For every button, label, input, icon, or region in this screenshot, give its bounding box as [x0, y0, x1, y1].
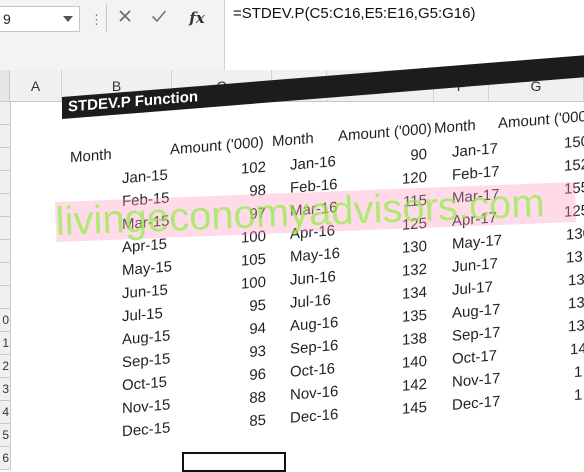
cell-amount[interactable]: 90 — [387, 146, 427, 166]
header-amount-g: Amount ('000 — [498, 108, 584, 133]
cell-amount[interactable]: 132 — [387, 261, 427, 281]
cell-month[interactable]: Aug-15 — [122, 327, 170, 348]
cell-month[interactable]: Nov-15 — [122, 396, 170, 417]
cell-amount[interactable]: 138 — [387, 330, 427, 350]
cell-month[interactable]: Sep-17 — [452, 324, 500, 345]
cell-month[interactable]: Jul-15 — [122, 305, 163, 325]
cell-amount[interactable]: 105 — [226, 251, 266, 271]
cell-amount[interactable]: 152 — [564, 156, 584, 175]
cell-month[interactable]: Jan-17 — [452, 140, 498, 161]
cell-month[interactable]: May-16 — [290, 245, 340, 266]
cell-amount[interactable]: 135 — [387, 307, 427, 327]
cell-month[interactable]: May-17 — [452, 232, 502, 253]
cell-month[interactable]: Nov-17 — [452, 370, 500, 391]
cell-month[interactable]: Dec-17 — [452, 393, 500, 414]
cell-month[interactable]: Jan-15 — [122, 167, 168, 188]
cell-amount[interactable]: 130 — [566, 225, 584, 244]
cell-month[interactable]: Jun-16 — [290, 268, 336, 289]
cell-month[interactable]: Jun-17 — [452, 255, 498, 276]
cell-month[interactable]: Oct-16 — [290, 360, 335, 381]
cell-month[interactable]: Oct-15 — [122, 374, 167, 395]
cell-amount[interactable]: 142 — [387, 376, 427, 396]
cell-amount[interactable]: 145 — [387, 399, 427, 419]
cell-month[interactable]: Aug-16 — [290, 314, 338, 335]
cell-month[interactable]: Dec-16 — [290, 406, 338, 427]
header-month-b: Month — [70, 146, 112, 167]
cell-month[interactable]: Jun-15 — [122, 282, 168, 303]
cell-amount[interactable]: 95 — [226, 297, 266, 317]
cell-amount[interactable]: 13 — [568, 294, 584, 312]
cell-amount[interactable]: 13 — [568, 317, 584, 335]
header-amount-c: Amount ('000) — [170, 133, 264, 159]
cell-amount[interactable]: 94 — [226, 320, 266, 340]
header-month-d: Month — [272, 129, 314, 151]
cell-month[interactable]: Aug-17 — [452, 301, 500, 322]
cell-amount[interactable]: 1 — [574, 386, 582, 404]
cell-month[interactable]: Sep-15 — [122, 350, 170, 371]
cell-amount[interactable]: 1 — [574, 363, 582, 381]
cell-amount[interactable]: 88 — [226, 389, 266, 409]
header-amount-e: Amount ('000) — [338, 120, 432, 145]
cell-month[interactable]: Nov-16 — [290, 383, 338, 404]
cell-month[interactable]: Jan-16 — [290, 153, 336, 174]
header-month-f: Month — [434, 116, 476, 138]
cell-amount[interactable]: 13 — [566, 248, 583, 266]
cell-month[interactable]: Jul-17 — [452, 279, 493, 299]
cell-amount[interactable]: 14 — [570, 340, 584, 358]
cell-month[interactable]: Sep-16 — [290, 337, 338, 358]
cell-amount[interactable]: 93 — [226, 343, 266, 363]
cell-amount[interactable]: 13 — [568, 271, 584, 289]
cell-month[interactable]: Feb-17 — [452, 163, 500, 184]
cell-amount[interactable]: 102 — [226, 159, 266, 179]
cell-amount[interactable]: 130 — [387, 238, 427, 258]
cell-amount[interactable]: 150 — [564, 133, 584, 152]
cell-amount[interactable]: 134 — [387, 284, 427, 304]
cell-amount[interactable]: 100 — [226, 274, 266, 294]
cell-month[interactable]: Oct-17 — [452, 347, 497, 368]
sheet-title: STDEV.P Function — [62, 53, 584, 120]
result-cell[interactable] — [182, 452, 286, 472]
cell-amount[interactable]: 85 — [226, 412, 266, 432]
cell-month[interactable]: Dec-15 — [122, 419, 170, 440]
cell-month[interactable]: Jul-16 — [290, 292, 331, 312]
cell-amount[interactable]: 96 — [226, 366, 266, 386]
cell-amount[interactable]: 140 — [387, 353, 427, 373]
cell-month[interactable]: May-15 — [122, 258, 172, 279]
